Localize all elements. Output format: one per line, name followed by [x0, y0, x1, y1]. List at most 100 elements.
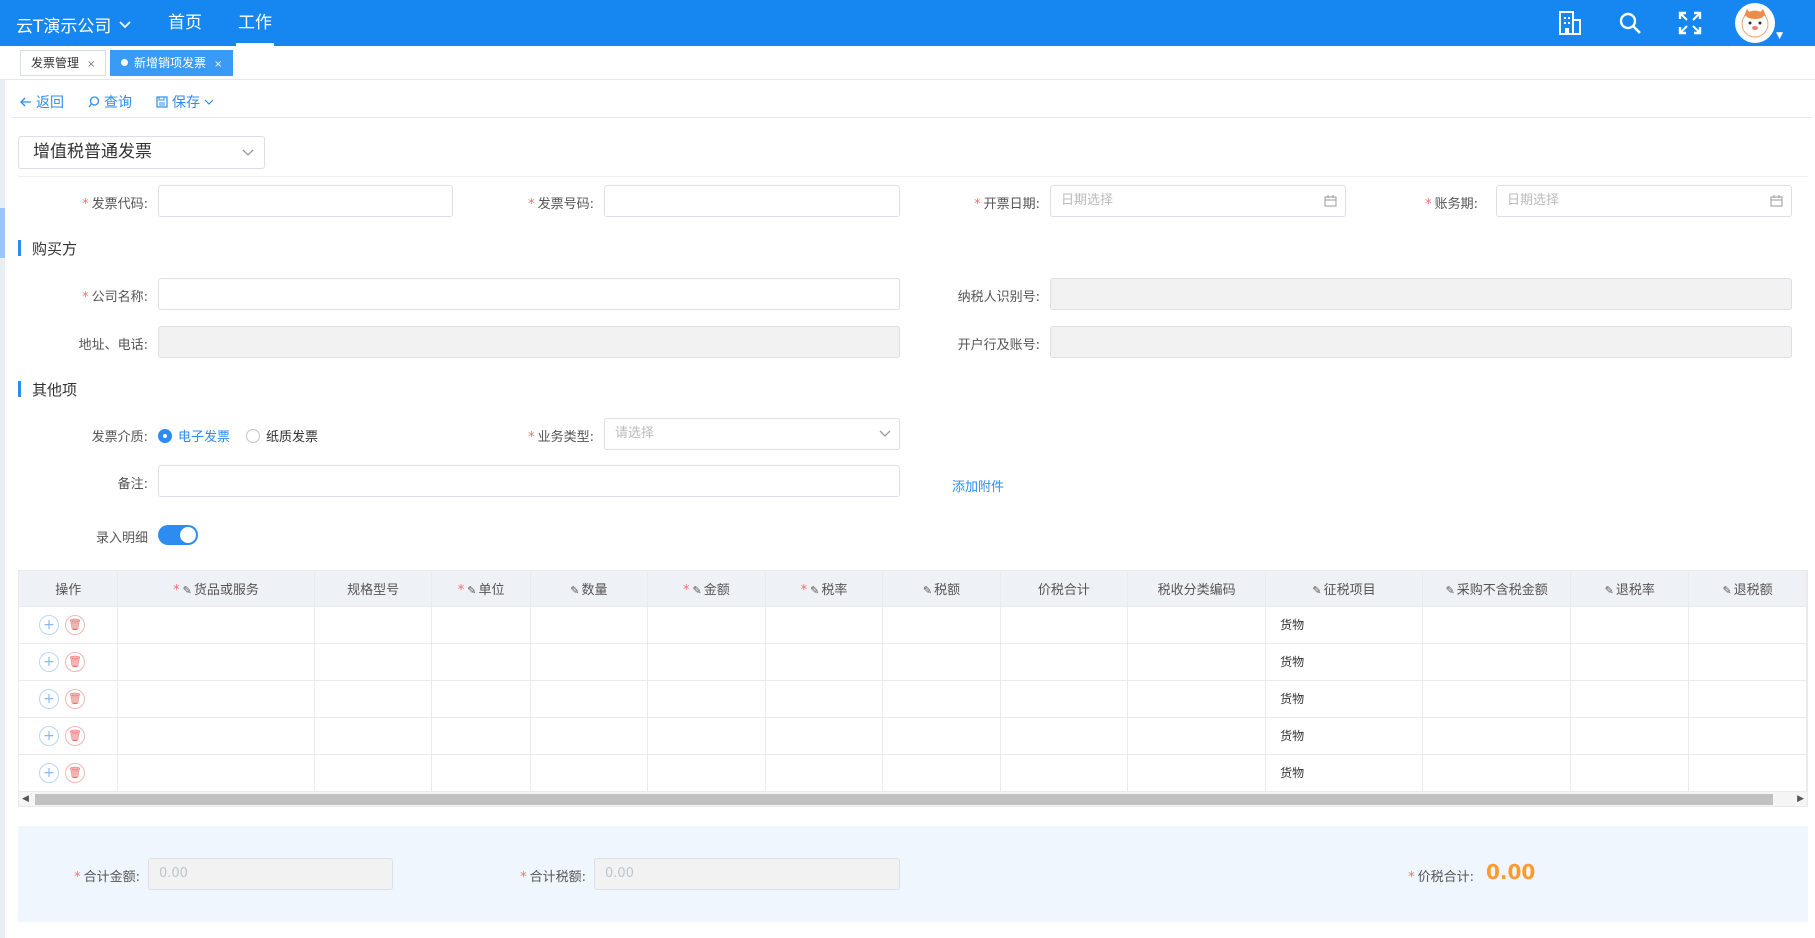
tab-new-sales-invoice[interactable]: 新增销项发票 ×: [110, 50, 234, 76]
table-cell[interactable]: [647, 753, 766, 791]
table-cell[interactable]: [882, 753, 1001, 791]
company-switcher[interactable]: 云T演示公司: [16, 12, 132, 37]
scroll-right-icon[interactable]: ▶: [1797, 792, 1804, 806]
table-cell[interactable]: [1688, 642, 1807, 680]
table-cell[interactable]: [314, 716, 433, 754]
table-cell[interactable]: [117, 753, 315, 791]
table-cell[interactable]: [1688, 753, 1807, 791]
table-cell[interactable]: [647, 716, 766, 754]
trash-icon[interactable]: 🗑: [65, 688, 85, 709]
table-cell[interactable]: [1688, 679, 1807, 717]
table-cell[interactable]: [765, 753, 884, 791]
table-cell[interactable]: [647, 605, 766, 643]
save-button[interactable]: 保存: [156, 92, 214, 112]
trash-icon[interactable]: 🗑: [65, 725, 85, 746]
table-cell[interactable]: [1000, 716, 1129, 754]
scroll-left-icon[interactable]: ◀: [22, 792, 29, 806]
add-row-icon[interactable]: +: [39, 762, 59, 783]
table-cell[interactable]: [117, 716, 315, 754]
table-cell[interactable]: [647, 642, 766, 680]
table-cell[interactable]: [1127, 753, 1267, 791]
issue-date-picker[interactable]: 日期选择: [1050, 185, 1346, 217]
table-cell[interactable]: [1570, 642, 1690, 680]
add-row-icon[interactable]: +: [39, 725, 59, 746]
table-cell[interactable]: [530, 753, 649, 791]
add-row-icon[interactable]: +: [39, 614, 59, 635]
radio-electronic-invoice[interactable]: 电子发票: [158, 426, 230, 445]
table-cell[interactable]: [1000, 753, 1129, 791]
scrollbar-thumb[interactable]: [35, 794, 1773, 805]
table-cell[interactable]: [431, 716, 531, 754]
radio-paper-invoice[interactable]: 纸质发票: [246, 426, 318, 445]
table-cell[interactable]: [1688, 605, 1807, 643]
cell-tax-item[interactable]: 货物: [1265, 753, 1423, 791]
table-cell[interactable]: [765, 605, 884, 643]
table-cell[interactable]: [1127, 716, 1267, 754]
query-button[interactable]: 查询: [88, 92, 132, 112]
table-cell[interactable]: [882, 605, 1001, 643]
trash-icon[interactable]: 🗑: [65, 762, 85, 783]
table-cell[interactable]: [765, 716, 884, 754]
table-cell[interactable]: [765, 642, 884, 680]
add-row-icon[interactable]: +: [39, 688, 59, 709]
table-cell[interactable]: [1000, 679, 1129, 717]
cell-tax-item[interactable]: 货物: [1265, 679, 1423, 717]
table-cell[interactable]: [431, 753, 531, 791]
table-cell[interactable]: [647, 679, 766, 717]
nav-work[interactable]: 工作: [236, 0, 274, 46]
table-cell[interactable]: [1127, 605, 1267, 643]
table-cell[interactable]: [1422, 605, 1572, 643]
table-cell[interactable]: [117, 679, 315, 717]
remark-input[interactable]: [158, 465, 900, 497]
avatar[interactable]: ▼: [1735, 3, 1783, 43]
table-cell[interactable]: [1570, 605, 1690, 643]
detail-entry-switch[interactable]: [158, 525, 198, 545]
table-cell[interactable]: [530, 642, 649, 680]
close-icon[interactable]: ×: [87, 59, 95, 70]
table-cell[interactable]: [117, 642, 315, 680]
table-cell[interactable]: [765, 679, 884, 717]
table-cell[interactable]: [530, 679, 649, 717]
table-cell[interactable]: [431, 642, 531, 680]
cell-tax-item[interactable]: 货物: [1265, 716, 1423, 754]
table-cell[interactable]: [1422, 716, 1572, 754]
table-cell[interactable]: [314, 679, 433, 717]
nav-home[interactable]: 首页: [168, 0, 202, 46]
table-cell[interactable]: [530, 605, 649, 643]
table-cell[interactable]: [1570, 716, 1690, 754]
table-cell[interactable]: [1127, 679, 1267, 717]
horizontal-scrollbar[interactable]: ◀ ▶: [18, 791, 1808, 807]
cell-tax-item[interactable]: 货物: [1265, 642, 1423, 680]
search-icon[interactable]: [1615, 8, 1645, 38]
table-cell[interactable]: [882, 642, 1001, 680]
period-picker[interactable]: 日期选择: [1496, 185, 1792, 217]
fullscreen-icon[interactable]: [1675, 8, 1705, 38]
company-name-input[interactable]: [158, 278, 900, 310]
add-row-icon[interactable]: +: [39, 651, 59, 672]
table-cell[interactable]: [314, 642, 433, 680]
invoice-type-select[interactable]: 增值税普通发票: [18, 136, 265, 169]
table-cell[interactable]: [431, 679, 531, 717]
table-cell[interactable]: [1570, 753, 1690, 791]
table-cell[interactable]: [117, 605, 315, 643]
invoice-code-input[interactable]: [158, 185, 453, 217]
table-cell[interactable]: [882, 679, 1001, 717]
tab-invoice-management[interactable]: 发票管理 ×: [20, 50, 107, 76]
business-type-select[interactable]: 请选择: [604, 418, 900, 450]
add-attachment-link[interactable]: 添加附件: [952, 476, 1004, 495]
table-cell[interactable]: [530, 716, 649, 754]
table-cell[interactable]: [431, 605, 531, 643]
trash-icon[interactable]: 🗑: [65, 614, 85, 635]
table-cell[interactable]: [1688, 716, 1807, 754]
table-cell[interactable]: [1422, 753, 1572, 791]
table-cell[interactable]: [314, 605, 433, 643]
trash-icon[interactable]: 🗑: [65, 651, 85, 672]
invoice-no-input[interactable]: [604, 185, 900, 217]
table-cell[interactable]: [1422, 642, 1572, 680]
table-cell[interactable]: [314, 753, 433, 791]
table-cell[interactable]: [1570, 679, 1690, 717]
table-cell[interactable]: [1127, 642, 1267, 680]
table-cell[interactable]: [1000, 605, 1129, 643]
close-icon[interactable]: ×: [214, 59, 222, 70]
back-button[interactable]: 返回: [20, 92, 64, 112]
